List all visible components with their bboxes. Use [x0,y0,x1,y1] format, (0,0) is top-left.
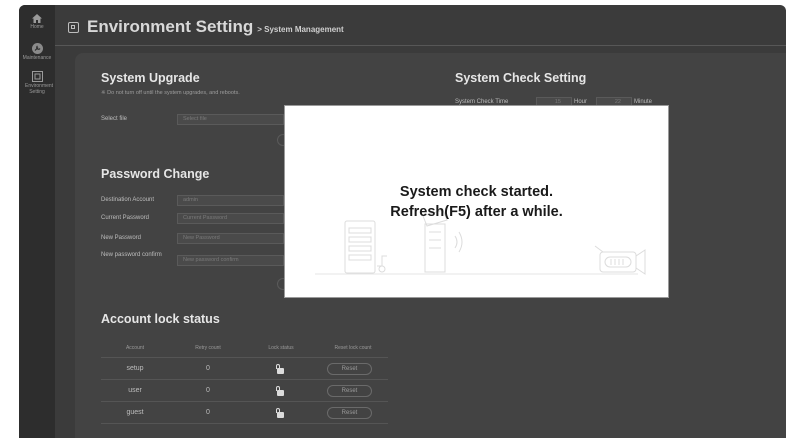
upgrade-title: System Upgrade [101,71,200,85]
retry-cell: 0 [206,365,210,372]
confirm-password-label: New password confirm [101,252,162,258]
nav-label-environment-setting: Environment Setting [25,83,54,95]
dest-account-field[interactable]: admin [177,195,284,206]
unlock-icon [276,364,284,374]
row-divider [101,401,388,402]
col-retry-count: Retry count [195,345,221,351]
header-divider [55,45,786,46]
reset-button[interactable]: Reset [327,385,372,397]
reset-button[interactable]: Reset [327,363,372,375]
nav-item-home[interactable]: Home [19,14,55,30]
account-cell: user [128,387,142,394]
table-header-divider [101,357,388,358]
unlock-icon [276,386,284,396]
breadcrumb: > System Management [257,25,344,34]
retry-cell: 0 [206,409,210,416]
modal-message: System check started. Refresh(F5) after … [285,182,668,222]
settings-box-icon [68,22,79,33]
col-reset-lock-count: Reset lock count [334,345,372,351]
reset-button[interactable]: Reset [327,407,372,419]
nav-item-environment-setting[interactable]: Environment Setting [19,71,55,95]
account-cell: guest [126,409,144,416]
home-icon [32,14,42,23]
select-file-input[interactable]: Select file [177,114,284,125]
col-account: Account [125,345,145,351]
confirm-password-input[interactable]: New password confirm [177,255,284,266]
new-password-input[interactable]: New Password [177,233,284,244]
current-password-input[interactable]: Current Password [177,213,284,224]
dest-account-label: Destination Account [101,197,155,203]
col-lock-status: Lock status [268,345,294,351]
row-divider [101,423,388,424]
password-title: Password Change [101,167,210,181]
page-title: Environment Setting > System Management [87,17,344,37]
modal-message-line2: Refresh(F5) after a while. [390,204,563,220]
modal-message-line1: System check started. [399,184,554,200]
lock-title: Account lock status [101,312,220,326]
maintenance-icon [31,43,43,54]
new-password-label: New Password [101,235,142,241]
nav-item-maintenance[interactable]: Maintenance [19,43,55,61]
environment-setting-icon [31,71,43,82]
nav-label-home: Home [30,24,44,30]
system-check-modal: System check started. Refresh(F5) after … [284,105,669,298]
check-title: System Check Setting [455,71,587,85]
page-title-text: Environment Setting [87,17,254,36]
side-nav: Home Maintenance Environment Setting [19,5,55,438]
upgrade-note: ※ Do not turn off until the system upgra… [101,90,240,96]
current-password-label: Current Password [101,215,150,221]
select-file-label: Select file [101,116,128,122]
row-divider [101,379,388,380]
account-cell: setup [126,365,144,372]
retry-cell: 0 [206,387,210,394]
nav-label-maintenance: Maintenance [22,55,52,61]
unlock-icon [276,408,284,418]
